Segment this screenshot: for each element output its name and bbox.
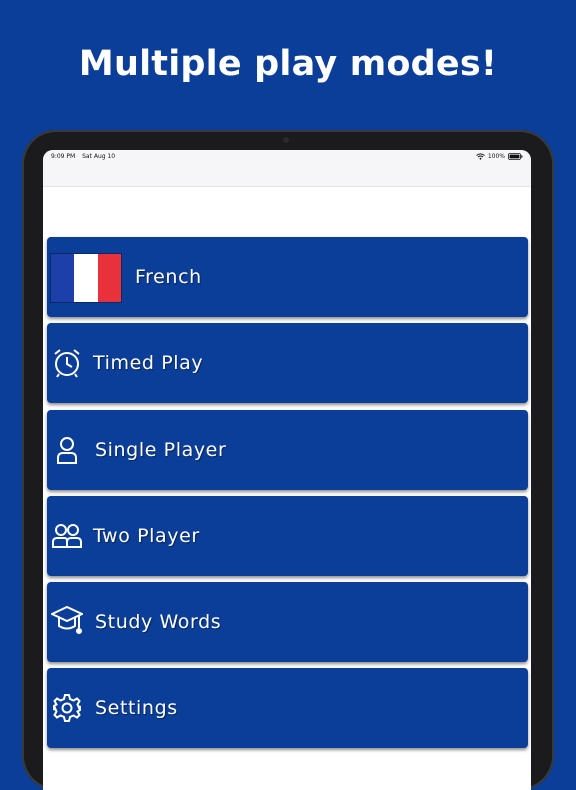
front-camera (283, 137, 289, 143)
gear-icon (51, 692, 83, 724)
battery-icon (508, 153, 523, 160)
two-player-label: Two Player (93, 524, 200, 547)
graduation-cap-icon (51, 604, 83, 636)
french-flag (50, 253, 122, 303)
language-button[interactable]: French (47, 237, 528, 317)
settings-label: Settings (95, 697, 178, 720)
study-words-button[interactable]: Study Words (47, 582, 528, 663)
language-label: French (135, 266, 202, 288)
app-screen: 9:09 PM Sat Aug 10 100% French Timed Pla… (43, 150, 531, 790)
study-words-label: Study Words (95, 611, 222, 634)
alarm-clock-icon (51, 347, 83, 379)
battery-percent: 100% (487, 153, 505, 160)
person-icon (51, 434, 83, 466)
headline: Multiple play modes! (78, 44, 498, 84)
two-player-button[interactable]: Two Player (47, 495, 528, 576)
mode-menu: French Timed Play Single Player Two Play… (47, 237, 528, 755)
status-date: Sat Aug 10 (82, 153, 116, 160)
two-people-icon (51, 520, 83, 552)
settings-button[interactable]: Settings (47, 668, 528, 749)
timed-play-button[interactable]: Timed Play (47, 323, 528, 404)
single-player-button[interactable]: Single Player (47, 409, 528, 490)
single-player-label: Single Player (95, 438, 227, 461)
timed-play-label: Timed Play (93, 352, 204, 375)
status-bar: 9:09 PM Sat Aug 10 100% (43, 150, 531, 187)
status-time: 9:09 PM (51, 153, 76, 160)
wifi-icon (476, 153, 485, 160)
